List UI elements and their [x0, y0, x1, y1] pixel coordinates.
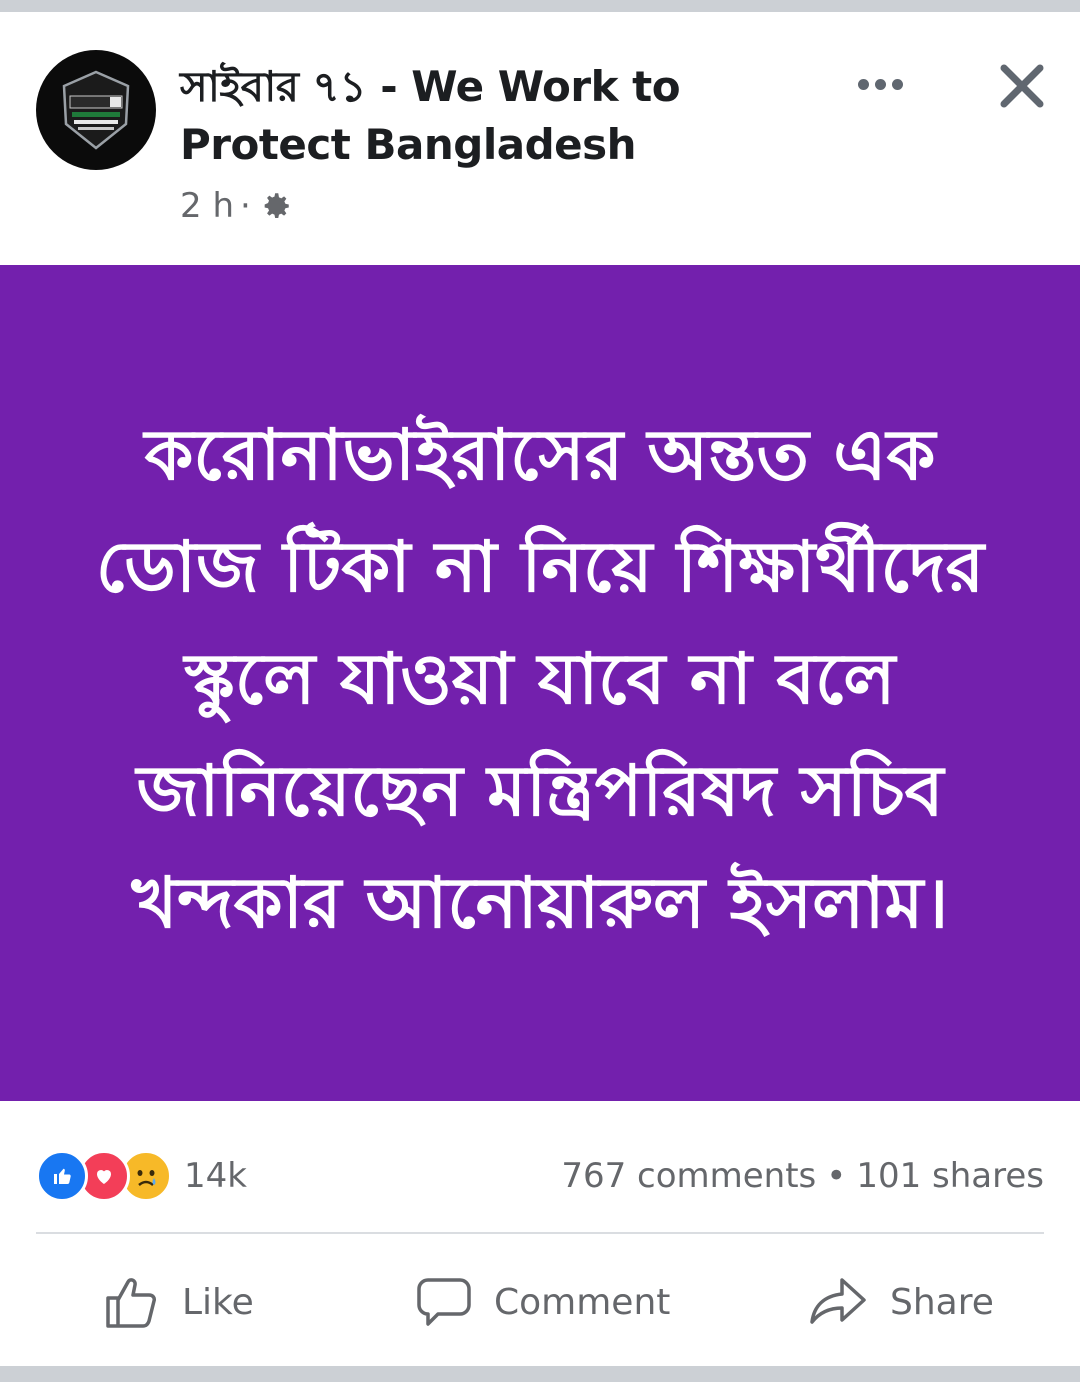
- divider: [36, 1232, 1044, 1234]
- comment-icon: [417, 1278, 471, 1326]
- comments-count[interactable]: 767 comments: [561, 1156, 816, 1196]
- page-avatar[interactable]: [36, 50, 156, 170]
- post-text-background: করোনাভাইরাসের অন্তত এক ডোজ টিকা না নিয়ে…: [0, 265, 1080, 1101]
- cyber71-logo-icon: [62, 70, 130, 150]
- like-button[interactable]: Like: [102, 1267, 254, 1337]
- like-icon: [36, 1150, 88, 1202]
- close-button[interactable]: [990, 54, 1054, 118]
- more-options-button[interactable]: [848, 62, 912, 106]
- close-icon: [1000, 64, 1044, 108]
- page-name-link[interactable]: সাইবার ৭১ - We Work to Protect Banglades…: [180, 58, 780, 174]
- like-label: Like: [182, 1281, 254, 1323]
- comment-label: Comment: [494, 1281, 671, 1323]
- shares-count[interactable]: 101 shares: [856, 1156, 1044, 1196]
- more-dot: [891, 78, 903, 90]
- share-button[interactable]: Share: [808, 1267, 994, 1337]
- post-meta: 2 h ·: [180, 186, 293, 226]
- post-card: সাইবার ৭১ - We Work to Protect Banglades…: [0, 12, 1080, 1366]
- comment-button[interactable]: Comment: [414, 1267, 670, 1337]
- thumbs-up-icon: [106, 1278, 156, 1328]
- reaction-count: 14k: [184, 1156, 247, 1196]
- meta-separator: ·: [240, 186, 251, 226]
- share-icon: [810, 1278, 866, 1324]
- gear-icon: [259, 189, 293, 223]
- more-dot: [857, 78, 869, 90]
- post-time[interactable]: 2 h: [180, 186, 234, 226]
- more-dot: [874, 78, 886, 90]
- stats-separator: •: [826, 1156, 847, 1196]
- reactions-summary[interactable]: 14k: [36, 1150, 247, 1202]
- share-label: Share: [890, 1281, 994, 1323]
- post-body-text: করোনাভাইরাসের অন্তত এক ডোজ টিকা না নিয়ে…: [95, 414, 985, 944]
- engagement-stats: 767 comments • 101 shares: [561, 1156, 1044, 1196]
